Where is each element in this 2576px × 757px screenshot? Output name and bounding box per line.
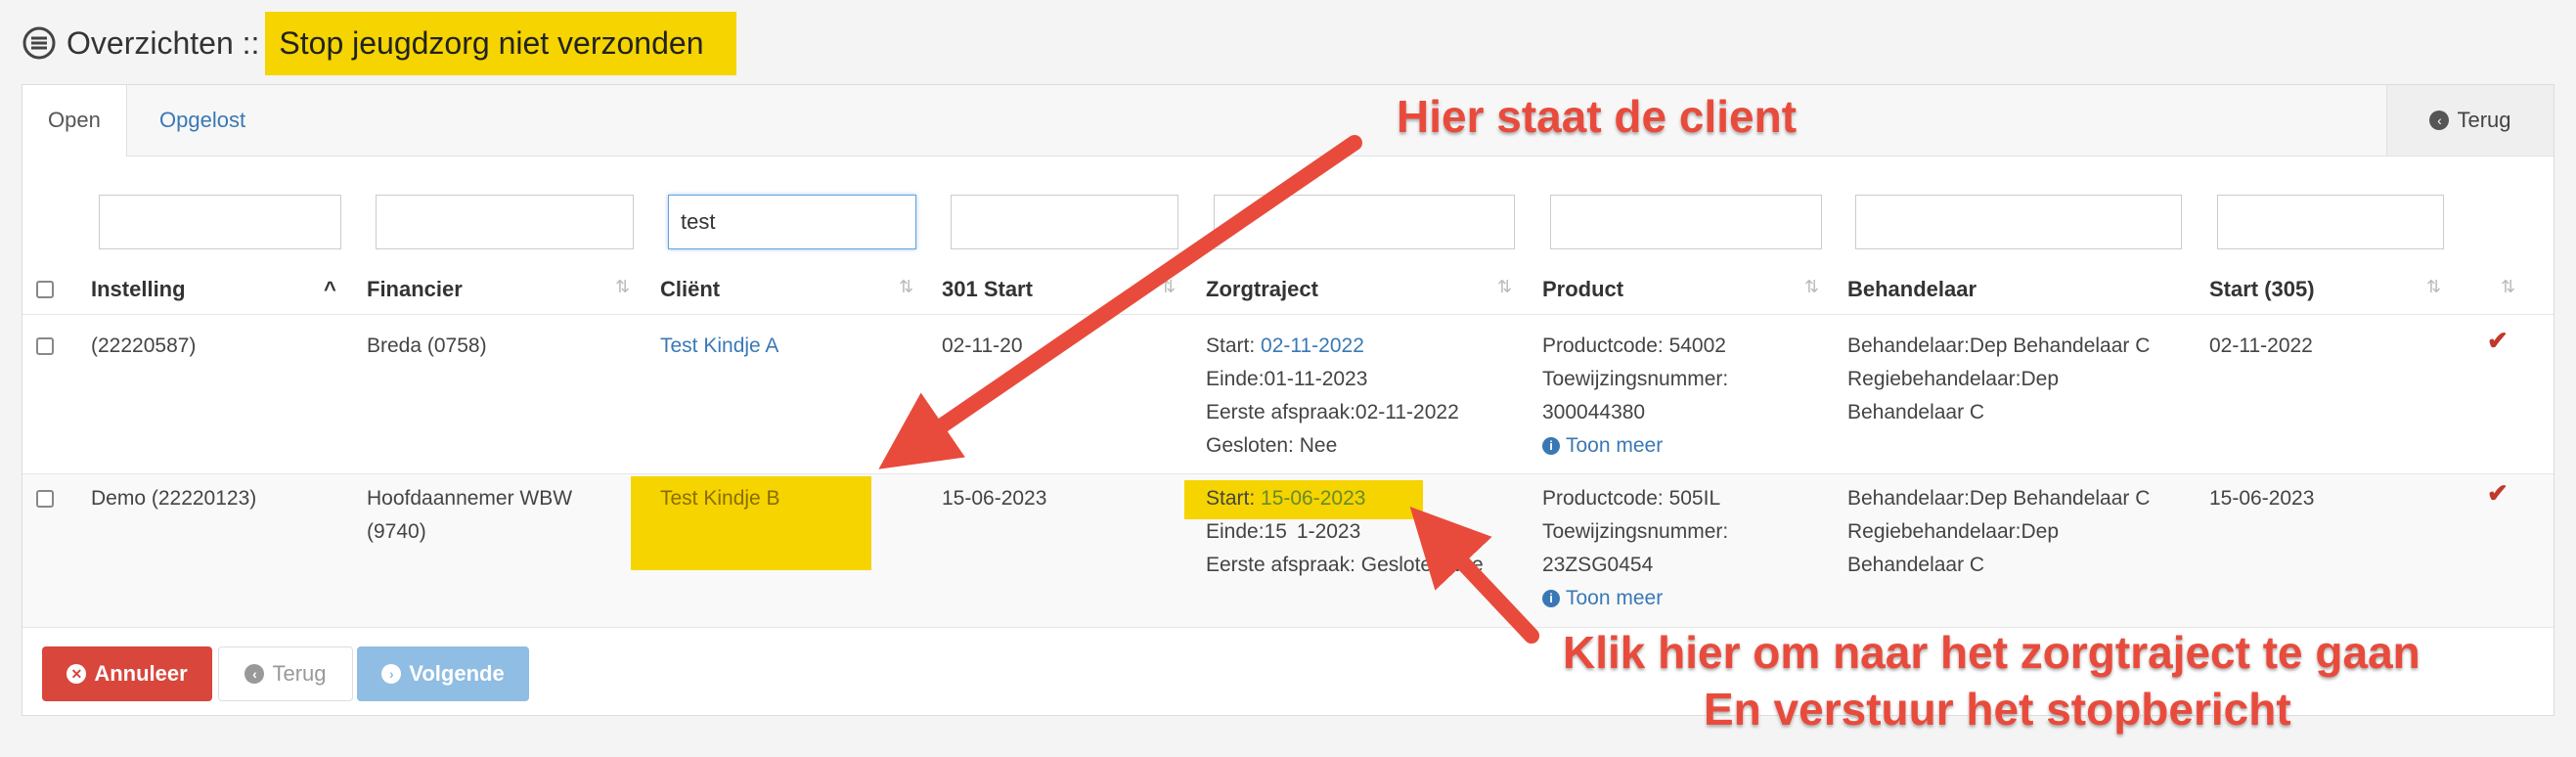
arrow-to-client <box>878 135 1362 469</box>
annotation-zorgtraject-line2: En verstuur het stopbericht <box>1703 683 2292 735</box>
arrow-to-zorgtraject <box>1409 507 1539 644</box>
annotation-client: Hier staat de client <box>1396 90 1798 143</box>
annotation-zorgtraject-line1: Klik hier om naar het zorgtraject te gaa… <box>1562 626 2421 679</box>
